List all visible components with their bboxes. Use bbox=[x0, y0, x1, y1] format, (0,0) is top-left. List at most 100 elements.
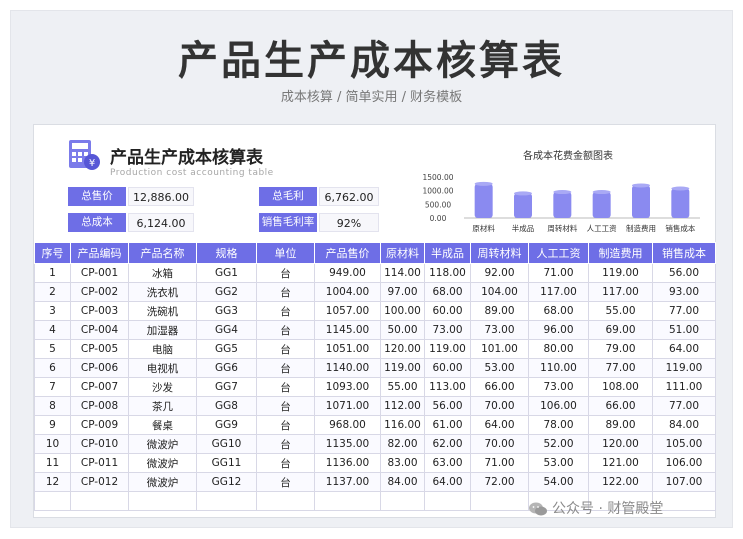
table-cell[interactable]: 118.00 bbox=[424, 263, 471, 283]
table-cell[interactable]: 台 bbox=[256, 282, 315, 302]
table-cell[interactable] bbox=[380, 491, 425, 511]
table-cell[interactable]: 微波炉 bbox=[128, 453, 197, 473]
table-cell[interactable]: 台 bbox=[256, 320, 315, 340]
table-cell[interactable]: 117.00 bbox=[588, 282, 653, 302]
table-cell[interactable]: 电视机 bbox=[128, 358, 197, 378]
table-cell[interactable]: 110.00 bbox=[528, 358, 589, 378]
table-cell[interactable]: 1004.00 bbox=[314, 282, 381, 302]
table-cell[interactable]: CP-008 bbox=[70, 396, 129, 416]
table-cell[interactable]: 80.00 bbox=[528, 339, 589, 359]
table-cell[interactable]: 60.00 bbox=[424, 358, 471, 378]
table-cell[interactable]: 113.00 bbox=[424, 377, 471, 397]
table-cell[interactable]: GG12 bbox=[196, 472, 257, 492]
table-cell[interactable] bbox=[128, 491, 197, 511]
table-cell[interactable]: 6 bbox=[34, 358, 71, 378]
table-cell[interactable]: 73.00 bbox=[424, 320, 471, 340]
table-cell[interactable]: 64.00 bbox=[652, 339, 716, 359]
table-cell[interactable]: 105.00 bbox=[652, 434, 716, 454]
table-cell[interactable]: 1 bbox=[34, 263, 71, 283]
table-cell[interactable]: GG7 bbox=[196, 377, 257, 397]
table-cell[interactable]: GG4 bbox=[196, 320, 257, 340]
table-cell[interactable]: 微波炉 bbox=[128, 472, 197, 492]
table-cell[interactable]: 71.00 bbox=[470, 453, 529, 473]
table-cell[interactable]: 71.00 bbox=[528, 263, 589, 283]
table-cell[interactable]: 77.00 bbox=[588, 358, 653, 378]
table-cell[interactable] bbox=[34, 491, 71, 511]
table-cell[interactable]: 968.00 bbox=[314, 415, 381, 435]
table-cell[interactable]: 112.00 bbox=[380, 396, 425, 416]
table-cell[interactable]: 84.00 bbox=[380, 472, 425, 492]
table-cell[interactable]: 97.00 bbox=[380, 282, 425, 302]
table-cell[interactable]: GG6 bbox=[196, 358, 257, 378]
table-cell[interactable]: 68.00 bbox=[528, 301, 589, 321]
table-cell[interactable]: 50.00 bbox=[380, 320, 425, 340]
table-cell[interactable]: GG3 bbox=[196, 301, 257, 321]
table-cell[interactable]: 119.00 bbox=[652, 358, 716, 378]
table-cell[interactable]: 洗碗机 bbox=[128, 301, 197, 321]
table-cell[interactable]: 60.00 bbox=[424, 301, 471, 321]
table-cell[interactable]: 70.00 bbox=[470, 434, 529, 454]
table-cell[interactable]: GG11 bbox=[196, 453, 257, 473]
table-cell[interactable]: 台 bbox=[256, 472, 315, 492]
table-cell[interactable]: CP-006 bbox=[70, 358, 129, 378]
table-cell[interactable]: GG9 bbox=[196, 415, 257, 435]
table-cell[interactable]: 56.00 bbox=[652, 263, 716, 283]
table-cell[interactable]: 1057.00 bbox=[314, 301, 381, 321]
table-cell[interactable]: 114.00 bbox=[380, 263, 425, 283]
table-cell[interactable] bbox=[70, 491, 129, 511]
table-cell[interactable]: 96.00 bbox=[528, 320, 589, 340]
table-cell[interactable]: 洗衣机 bbox=[128, 282, 197, 302]
table-cell[interactable]: GG10 bbox=[196, 434, 257, 454]
table-cell[interactable]: CP-003 bbox=[70, 301, 129, 321]
table-cell[interactable]: 1145.00 bbox=[314, 320, 381, 340]
table-cell[interactable]: 52.00 bbox=[528, 434, 589, 454]
table-cell[interactable] bbox=[424, 491, 471, 511]
table-cell[interactable] bbox=[256, 491, 315, 511]
table-cell[interactable]: 4 bbox=[34, 320, 71, 340]
table-cell[interactable]: 微波炉 bbox=[128, 434, 197, 454]
table-cell[interactable]: 89.00 bbox=[588, 415, 653, 435]
table-cell[interactable]: CP-007 bbox=[70, 377, 129, 397]
table-cell[interactable]: 11 bbox=[34, 453, 71, 473]
table-cell[interactable]: 56.00 bbox=[424, 396, 471, 416]
table-cell[interactable]: 54.00 bbox=[528, 472, 589, 492]
table-cell[interactable]: 104.00 bbox=[470, 282, 529, 302]
table-cell[interactable]: 119.00 bbox=[424, 339, 471, 359]
table-cell[interactable]: 84.00 bbox=[652, 415, 716, 435]
table-cell[interactable]: 51.00 bbox=[652, 320, 716, 340]
table-cell[interactable] bbox=[470, 491, 529, 511]
table-cell[interactable]: 7 bbox=[34, 377, 71, 397]
table-cell[interactable]: 78.00 bbox=[528, 415, 589, 435]
table-cell[interactable]: 107.00 bbox=[652, 472, 716, 492]
table-cell[interactable]: 120.00 bbox=[588, 434, 653, 454]
table-cell[interactable]: CP-001 bbox=[70, 263, 129, 283]
table-cell[interactable]: 64.00 bbox=[424, 472, 471, 492]
table-cell[interactable]: CP-009 bbox=[70, 415, 129, 435]
table-cell[interactable]: 台 bbox=[256, 434, 315, 454]
table-cell[interactable]: 1093.00 bbox=[314, 377, 381, 397]
table-cell[interactable]: 12 bbox=[34, 472, 71, 492]
table-cell[interactable]: 68.00 bbox=[424, 282, 471, 302]
table-cell[interactable]: 64.00 bbox=[470, 415, 529, 435]
table-cell[interactable]: 茶几 bbox=[128, 396, 197, 416]
table-cell[interactable]: 73.00 bbox=[528, 377, 589, 397]
table-cell[interactable]: 1135.00 bbox=[314, 434, 381, 454]
table-cell[interactable]: 1136.00 bbox=[314, 453, 381, 473]
table-cell[interactable]: 66.00 bbox=[588, 396, 653, 416]
table-cell[interactable]: 加湿器 bbox=[128, 320, 197, 340]
table-cell[interactable]: 77.00 bbox=[652, 396, 716, 416]
table-cell[interactable]: 72.00 bbox=[470, 472, 529, 492]
table-cell[interactable]: 53.00 bbox=[528, 453, 589, 473]
table-cell[interactable]: CP-011 bbox=[70, 453, 129, 473]
table-cell[interactable]: 电脑 bbox=[128, 339, 197, 359]
table-cell[interactable]: 5 bbox=[34, 339, 71, 359]
table-cell[interactable]: 台 bbox=[256, 263, 315, 283]
table-cell[interactable]: 120.00 bbox=[380, 339, 425, 359]
table-cell[interactable]: GG5 bbox=[196, 339, 257, 359]
table-cell[interactable]: 台 bbox=[256, 415, 315, 435]
table-cell[interactable]: 77.00 bbox=[652, 301, 716, 321]
table-cell[interactable]: 1071.00 bbox=[314, 396, 381, 416]
table-cell[interactable]: 82.00 bbox=[380, 434, 425, 454]
table-cell[interactable]: 台 bbox=[256, 453, 315, 473]
table-cell[interactable]: 119.00 bbox=[380, 358, 425, 378]
